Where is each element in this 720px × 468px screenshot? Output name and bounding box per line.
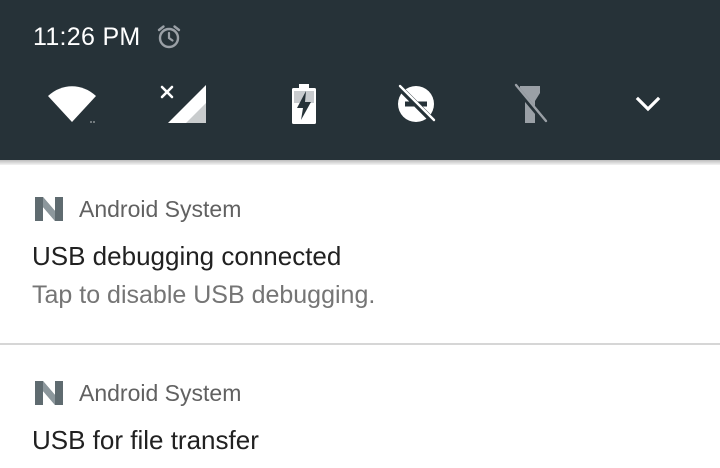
flashlight-off-icon <box>510 82 550 131</box>
notification-text: Tap to disable USB debugging. <box>32 281 376 309</box>
notification-app-name: Android System <box>79 380 242 406</box>
wifi-icon <box>47 84 97 129</box>
notification-title: USB for file transfer <box>32 425 259 455</box>
wifi-tile[interactable] <box>48 84 96 128</box>
android-n-icon <box>32 196 66 222</box>
clock-time[interactable]: 11:26 PM <box>33 20 141 54</box>
cellular-tile[interactable] <box>160 84 208 128</box>
battery-tile[interactable] <box>280 83 328 130</box>
notification-shade-header: 11:26 PM <box>0 0 720 160</box>
android-n-icon <box>32 380 66 406</box>
notification-app-name: Android System <box>79 196 242 222</box>
status-row: 11:26 PM <box>33 20 184 54</box>
notification-app-header: Android System <box>32 194 241 224</box>
notification-card[interactable]: Android System USB for file transfer <box>0 345 720 468</box>
battery-charging-icon <box>289 83 319 130</box>
do-not-disturb-off-icon <box>394 82 438 131</box>
notification-card[interactable]: Android System USB debugging connected T… <box>0 165 720 343</box>
notification-app-header: Android System <box>32 378 241 408</box>
expand-button[interactable] <box>624 84 672 128</box>
notification-title: USB debugging connected <box>32 241 342 271</box>
do-not-disturb-tile[interactable] <box>392 84 440 128</box>
flashlight-tile[interactable] <box>506 82 554 131</box>
alarm-clock-icon <box>154 22 184 52</box>
chevron-down-icon <box>634 94 662 119</box>
cellular-no-sim-icon <box>160 83 208 130</box>
